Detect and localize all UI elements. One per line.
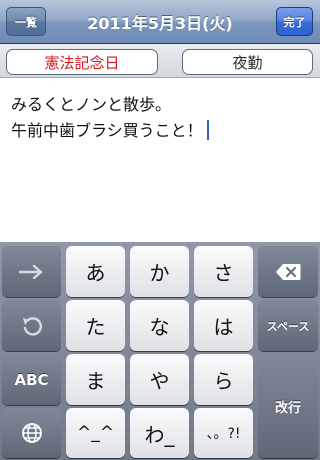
text-caret: [206, 120, 209, 140]
shift-selector[interactable]: 夜勤: [182, 49, 313, 75]
memo-editor-screen: 一覧 2011年5月3日(火) 完了 憲法記念日 夜勤 みるくとノンと散歩。 午…: [0, 0, 320, 460]
memo-text-area[interactable]: みるくとノンと散歩。 午前中歯ブラシ買うこと！: [0, 78, 320, 242]
undo-key[interactable]: [2, 300, 61, 351]
emoticon-key[interactable]: ^_^: [66, 408, 125, 458]
globe-icon: [21, 422, 43, 444]
page-title: 2011年5月3日(火): [87, 14, 233, 33]
punctuation-key[interactable]: 、。?!: [194, 408, 253, 458]
kana-key-wa[interactable]: わ_: [130, 408, 189, 458]
list-back-button[interactable]: 一覧: [6, 7, 46, 36]
holiday-label[interactable]: 憲法記念日: [6, 49, 158, 75]
day-info-bar: 憲法記念日 夜勤: [0, 44, 320, 78]
arrow-right-key[interactable]: [2, 246, 61, 297]
arrow-right-icon: [18, 264, 45, 279]
abc-key[interactable]: ABC: [2, 354, 61, 405]
kana-key-ya[interactable]: や: [130, 354, 189, 405]
backspace-key[interactable]: [258, 246, 318, 297]
kana-key-na[interactable]: な: [130, 300, 189, 351]
kana-key-ta[interactable]: た: [66, 300, 125, 351]
kana-key-ka[interactable]: か: [130, 246, 189, 297]
kana-key-sa[interactable]: さ: [194, 246, 253, 297]
memo-line-2: 午前中歯ブラシ買うこと！: [11, 118, 310, 144]
kana-key-ha[interactable]: は: [194, 300, 253, 351]
navigation-bar: 一覧 2011年5月3日(火) 完了: [0, 0, 320, 44]
done-button[interactable]: 完了: [276, 7, 313, 36]
globe-key[interactable]: [2, 408, 61, 458]
memo-line-1: みるくとノンと散歩。: [11, 95, 172, 114]
space-key[interactable]: スペース: [258, 300, 318, 351]
kana-key-ra[interactable]: ら: [194, 354, 253, 405]
undo-icon: [20, 314, 44, 338]
return-key[interactable]: 改行: [258, 354, 318, 458]
kana-key-ma[interactable]: ま: [66, 354, 125, 405]
japanese-kana-keyboard: ABC あ か さ た な は ま や ら ^_^ わ_ 、。?! スペース 改…: [0, 242, 320, 460]
backspace-icon: [275, 263, 301, 281]
kana-key-a[interactable]: あ: [66, 246, 125, 297]
